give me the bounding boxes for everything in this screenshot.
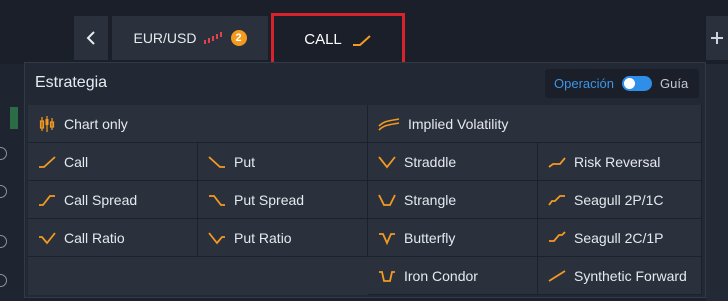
mode-toggle[interactable] bbox=[621, 76, 652, 91]
strategy-label: Synthetic Forward bbox=[574, 267, 687, 284]
strategy-put-spread[interactable]: Put Spread bbox=[198, 181, 368, 219]
mode-switch[interactable]: Operación Guía bbox=[545, 69, 699, 98]
butterfly-payoff-icon bbox=[379, 232, 395, 245]
put-spread-payoff-icon bbox=[209, 194, 225, 206]
strategy-synthetic-forward[interactable]: Synthetic Forward bbox=[538, 257, 702, 295]
asset-tab[interactable]: EUR/USD 2 bbox=[112, 16, 268, 60]
iron-condor-payoff-icon bbox=[379, 270, 395, 282]
left-sidebar-background bbox=[0, 64, 24, 301]
candlestick-icon bbox=[39, 115, 55, 132]
back-button[interactable] bbox=[74, 16, 108, 60]
mode-label-operation[interactable]: Operación bbox=[554, 76, 614, 91]
strategy-iron-condor[interactable]: Iron Condor bbox=[368, 257, 538, 295]
strategy-label: Put Spread bbox=[234, 191, 305, 208]
strategy-label: Put bbox=[234, 153, 256, 170]
strangle-payoff-icon bbox=[378, 194, 396, 206]
straddle-payoff-icon bbox=[378, 155, 396, 168]
strategy-tab-call[interactable]: CALL bbox=[271, 13, 405, 66]
strategy-label: Call Spread bbox=[64, 191, 138, 208]
synthetic-forward-payoff-icon bbox=[548, 269, 566, 282]
strategy-chart-only[interactable]: Chart only bbox=[28, 105, 368, 143]
strategy-label: Straddle bbox=[404, 153, 457, 170]
strategy-label: Butterfly bbox=[404, 229, 456, 246]
strategy-call[interactable]: Call bbox=[28, 143, 198, 181]
strategy-label: Seagull 2C/1P bbox=[574, 229, 664, 246]
strategy-straddle[interactable]: Straddle bbox=[368, 143, 538, 181]
notification-badge: 2 bbox=[230, 30, 247, 46]
risk-reversal-payoff-icon bbox=[548, 156, 566, 168]
strategy-label: Strangle bbox=[404, 191, 457, 208]
asset-tab-label: EUR/USD bbox=[133, 30, 197, 46]
put-payoff-icon bbox=[208, 155, 225, 168]
strategy-put[interactable]: Put bbox=[198, 143, 368, 181]
chart-bar-fragment bbox=[10, 107, 18, 129]
toggle-knob bbox=[623, 78, 635, 89]
right-panel-background bbox=[706, 64, 728, 301]
strategy-label: Iron Condor bbox=[404, 267, 478, 284]
strategy-label: Risk Reversal bbox=[574, 153, 661, 170]
strategy-label: Chart only bbox=[64, 115, 128, 132]
strategy-seagull-2p1c[interactable]: Seagull 2P/1C bbox=[538, 181, 702, 219]
strategy-seagull-2c1p[interactable]: Seagull 2C/1P bbox=[538, 219, 702, 257]
call-spread-payoff-icon bbox=[39, 194, 55, 206]
strategy-call-ratio[interactable]: Call Ratio bbox=[28, 219, 198, 257]
volatility-icon bbox=[378, 117, 400, 131]
strategy-put-ratio[interactable]: Put Ratio bbox=[198, 219, 368, 257]
strategy-label: Implied Volatility bbox=[408, 115, 509, 132]
strategy-label: Put Ratio bbox=[234, 229, 292, 246]
plus-icon bbox=[711, 32, 723, 44]
candlestick-mini-chart-icon bbox=[203, 32, 222, 44]
strategy-label: Call bbox=[64, 153, 89, 170]
chevron-left-icon bbox=[86, 31, 95, 45]
strategy-call-spread[interactable]: Call Spread bbox=[28, 181, 198, 219]
panel-title: Estrategia bbox=[35, 74, 108, 91]
put-ratio-payoff-icon bbox=[208, 231, 225, 244]
call-ratio-payoff-icon bbox=[39, 231, 56, 244]
call-payoff-icon bbox=[39, 155, 56, 168]
strategy-strangle[interactable]: Strangle bbox=[368, 181, 538, 219]
seagull-payoff-icon bbox=[549, 230, 566, 242]
strategy-butterfly[interactable]: Butterfly bbox=[368, 219, 538, 257]
strategy-label: Seagull 2P/1C bbox=[574, 191, 664, 208]
strategy-label: Call Ratio bbox=[64, 229, 125, 246]
call-payoff-icon bbox=[352, 34, 371, 46]
mode-label-guide[interactable]: Guía bbox=[660, 76, 688, 91]
add-tab-button[interactable] bbox=[706, 16, 728, 60]
seagull-payoff-icon bbox=[548, 194, 565, 206]
strategy-risk-reversal[interactable]: Risk Reversal bbox=[538, 143, 702, 181]
empty-cell bbox=[28, 257, 368, 295]
strategy-implied-volatility[interactable]: Implied Volatility bbox=[368, 105, 702, 143]
strategy-tab-label: CALL bbox=[304, 31, 342, 48]
